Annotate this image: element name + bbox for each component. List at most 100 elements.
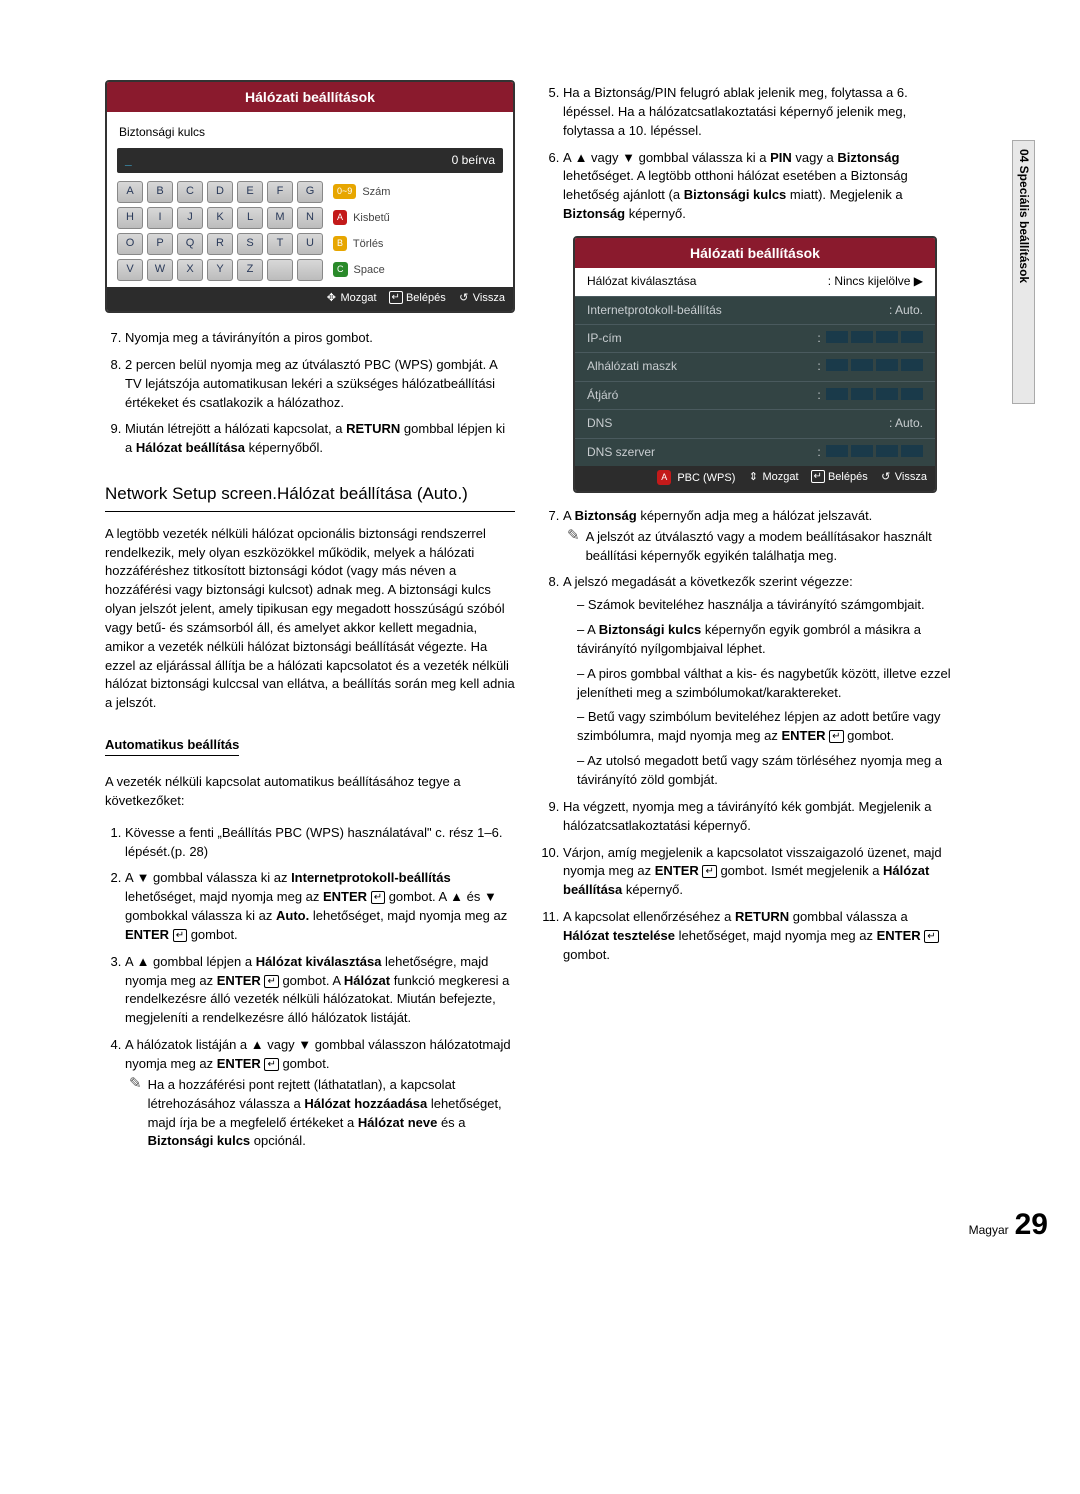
settings-label: IP-cím <box>587 330 622 347</box>
settings-label: Hálózat kiválasztása <box>587 273 696 290</box>
step-9: Miután létrejött a hálózati kapcsolat, a… <box>125 420 515 458</box>
key[interactable]: Y <box>207 259 233 281</box>
side-tab: 04 Speciális beállítások <box>1012 140 1035 404</box>
key[interactable]: W <box>147 259 173 281</box>
settings-row: Alhálózati maszk: <box>575 352 935 380</box>
key[interactable]: T <box>267 233 293 255</box>
enter-icon: ↵ <box>371 891 385 904</box>
section-paragraph: A legtöbb vezeték nélküli hálózat opcion… <box>105 525 515 713</box>
settings-row: DNS szerver: <box>575 438 935 466</box>
footer-pbc: PBC (WPS) <box>677 472 735 484</box>
step-8b: A jelszó megadását a következők szerint … <box>563 573 953 789</box>
key[interactable]: C <box>177 181 203 203</box>
settings-row: DNS: Auto. <box>575 409 935 437</box>
step-6: A ▲ vagy ▼ gombbal válassza ki a PIN vag… <box>563 149 953 224</box>
key[interactable]: B <box>147 181 173 203</box>
key[interactable]: P <box>147 233 173 255</box>
input-bar[interactable]: _ 0 beírva <box>117 148 503 173</box>
network-settings-panel: Hálózati beállítások Hálózat kiválasztás… <box>573 236 937 493</box>
enter-icon: ↵ <box>389 291 403 304</box>
enter-icon: ↵ <box>924 930 938 943</box>
settings-value: : <box>817 444 923 461</box>
settings-row[interactable]: Hálózat kiválasztása : Nincs kijelölve ▶ <box>575 268 935 295</box>
move-icon: ✥ <box>325 291 337 307</box>
step-5: Ha a Biztonság/PIN felugró ablak jelenik… <box>563 84 953 141</box>
key[interactable] <box>297 259 323 281</box>
steps-7-9: Nyomja meg a távirányítón a piros gombot… <box>105 329 515 458</box>
enter-icon: ↵ <box>264 1058 278 1071</box>
settings-label: Átjáró <box>587 387 618 404</box>
list-item: Számok beviteléhez használja a távirányí… <box>577 596 953 615</box>
step-7: Nyomja meg a távirányítón a piros gombot… <box>125 329 515 348</box>
cursor-icon: _ <box>125 152 132 169</box>
section-heading: Network Setup screen.Hálózat beállítása … <box>105 482 515 512</box>
key[interactable]: O <box>117 233 143 255</box>
return-icon: ↺ <box>880 470 892 486</box>
settings-value: : <box>817 387 923 404</box>
key[interactable]: F <box>267 181 293 203</box>
page-footer: Magyar 29 <box>0 1203 1048 1247</box>
return-icon: ↺ <box>458 291 470 307</box>
step-1: Kövesse a fenti „Beállítás PBC (WPS) has… <box>125 824 515 862</box>
key[interactable]: H <box>117 207 143 229</box>
key[interactable]: E <box>237 181 263 203</box>
entered-count: 0 beírva <box>452 152 495 169</box>
key[interactable]: K <box>207 207 233 229</box>
list-item: Az utolsó megadott betű vagy szám törlés… <box>577 752 953 790</box>
settings-value: : <box>817 358 923 375</box>
footer-enter: Belépés <box>406 292 446 304</box>
page-number: 29 <box>1015 1203 1048 1247</box>
key[interactable]: X <box>177 259 203 281</box>
keyboard-row-label: A Kisbetű <box>327 210 503 227</box>
settings-label: Alhálózati maszk <box>587 358 677 375</box>
step-2: A ▼ gombbal válassza ki az Internetproto… <box>125 869 515 944</box>
key[interactable]: S <box>237 233 263 255</box>
step-4: A hálózatok listáján a ▲ vagy ▼ gombbal … <box>125 1036 515 1151</box>
footer-lang: Magyar <box>969 1222 1009 1239</box>
panel-footer: A PBC (WPS) ⇕ Mozgat ↵ Belépés ↺ Vissza <box>575 466 935 491</box>
step-7-note: A jelszót az útválasztó vagy a modem beá… <box>586 528 953 566</box>
step-11: A kapcsolat ellenőrzéséhez a RETURN gomb… <box>563 908 953 965</box>
panel-subtitle: Biztonsági kulcs <box>117 120 503 147</box>
key[interactable]: Q <box>177 233 203 255</box>
settings-row: IP-cím: <box>575 324 935 352</box>
key[interactable]: V <box>117 259 143 281</box>
steps-7-11: A Biztonság képernyőn adja meg a hálózat… <box>543 507 953 965</box>
steps-5-6: Ha a Biztonság/PIN felugró ablak jelenik… <box>543 84 953 224</box>
key[interactable]: L <box>237 207 263 229</box>
keyboard-row-label: B Törlés <box>327 236 503 253</box>
footer-move: Mozgat <box>762 471 798 483</box>
enter-icon: ↵ <box>173 929 187 942</box>
keyboard-row-label: C Space <box>327 262 503 279</box>
list-item: Betű vagy szimbólum beviteléhez lépjen a… <box>577 708 953 746</box>
key[interactable]: I <box>147 207 173 229</box>
list-item: A piros gombbal válthat a kis- és nagybe… <box>577 665 953 703</box>
footer-return: Vissza <box>895 471 927 483</box>
onscreen-keyboard[interactable]: ABCDEFG0~9 SzámHIJKLMNA KisbetűOPQRSTUB … <box>117 181 503 281</box>
key[interactable]: G <box>297 181 323 203</box>
footer-return: Vissza <box>473 292 505 304</box>
a-pill-icon: A <box>657 470 671 485</box>
steps-1-4: Kövesse a fenti „Beállítás PBC (WPS) has… <box>105 824 515 1152</box>
key[interactable]: A <box>117 181 143 203</box>
enter-icon: ↵ <box>811 470 825 483</box>
key[interactable]: D <box>207 181 233 203</box>
step-10: Várjon, amíg megjelenik a kapcsolatot vi… <box>563 844 953 901</box>
key[interactable]: M <box>267 207 293 229</box>
auto-heading: Automatikus beállítás <box>105 736 239 756</box>
key[interactable]: N <box>297 207 323 229</box>
key[interactable]: U <box>297 233 323 255</box>
key[interactable]: J <box>177 207 203 229</box>
panel-title: Hálózati beállítások <box>575 238 935 268</box>
key[interactable] <box>267 259 293 281</box>
settings-value: : Nincs kijelölve ▶ <box>828 273 923 290</box>
footer-enter: Belépés <box>828 471 868 483</box>
auto-intro: A vezeték nélküli kapcsolat automatikus … <box>105 773 515 811</box>
settings-value: : Auto. <box>889 302 923 319</box>
step-9b: Ha végzett, nyomja meg a távirányító kék… <box>563 798 953 836</box>
key[interactable]: R <box>207 233 233 255</box>
enter-icon: ↵ <box>264 975 278 988</box>
settings-value: : <box>817 330 923 347</box>
keyboard-panel: Hálózati beállítások Biztonsági kulcs _ … <box>105 80 515 313</box>
key[interactable]: Z <box>237 259 263 281</box>
